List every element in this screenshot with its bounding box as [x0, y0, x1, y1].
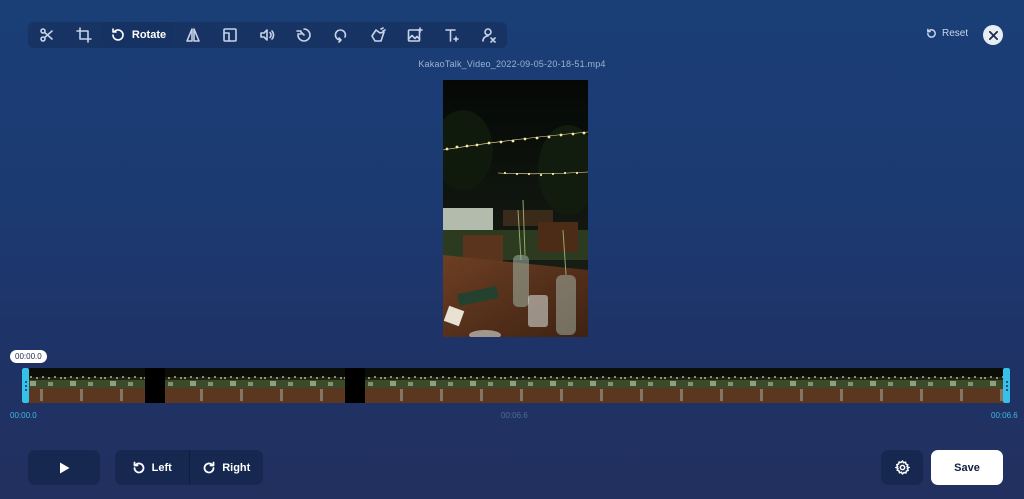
stabilize-tool-button[interactable] [359, 22, 396, 48]
volume-tool-button[interactable] [248, 22, 285, 48]
speed-tool-button[interactable] [285, 22, 322, 48]
rotate-right-icon [203, 461, 215, 473]
play-icon [59, 462, 69, 473]
close-button[interactable] [983, 25, 1003, 45]
loop-tool-button[interactable] [322, 22, 359, 48]
volume-icon [259, 29, 274, 41]
timeline-frames [28, 368, 1010, 403]
play-button[interactable] [28, 450, 100, 485]
timeline-start-time: 00:00.0 [10, 411, 37, 420]
remove-logo-tool-button[interactable] [470, 22, 507, 48]
timeline-end-time: 00:06.6 [991, 411, 1018, 420]
save-button[interactable]: Save [931, 450, 1003, 485]
trim-end-handle[interactable] [1003, 368, 1010, 403]
video-frame [443, 80, 588, 337]
add-image-tool-button[interactable] [396, 22, 433, 48]
flip-tool-button[interactable] [174, 22, 211, 48]
video-filename: KakaoTalk_Video_2022-09-05-20-18-51.mp4 [418, 59, 606, 69]
rotate-right-button[interactable]: Right [188, 450, 264, 485]
timeline-strip[interactable] [22, 368, 1010, 403]
rotate-icon [112, 28, 124, 41]
reset-button[interactable]: Reset [926, 28, 968, 39]
trim-start-handle[interactable] [22, 368, 29, 403]
crop-tool-button[interactable] [65, 22, 102, 48]
reset-label: Reset [942, 28, 969, 39]
scissors-icon [39, 28, 53, 42]
resize-tool-button[interactable] [211, 22, 248, 48]
add-image-icon [407, 27, 423, 42]
loop-icon [334, 29, 346, 43]
close-icon [988, 30, 998, 40]
rotate-right-label: Right [222, 461, 251, 474]
trim-tool-button[interactable] [28, 22, 65, 48]
crop-icon [75, 27, 92, 43]
rotate-tool-button[interactable]: Rotate [102, 22, 174, 48]
reset-icon [927, 28, 936, 38]
add-text-tool-button[interactable] [433, 22, 470, 48]
timeline-duration: 00:06.6 [501, 411, 528, 420]
stabilize-icon [370, 27, 386, 42]
resize-icon [222, 28, 237, 42]
video-preview[interactable] [443, 80, 588, 337]
rotate-left-button[interactable]: Left [115, 450, 189, 485]
playhead-time: 00:00.0 [10, 350, 47, 363]
tool-toolbar: Rotate [28, 22, 507, 48]
rotate-tool-label: Rotate [131, 29, 167, 41]
gear-icon [894, 460, 910, 475]
settings-button[interactable] [881, 450, 923, 485]
rotate-left-label: Left [151, 461, 172, 474]
rotate-left-icon [133, 461, 145, 473]
add-text-icon [444, 29, 459, 42]
flip-icon [185, 28, 200, 42]
speed-icon [295, 28, 311, 42]
remove-logo-icon [481, 28, 496, 43]
rotate-controls: Left Right [115, 450, 263, 485]
